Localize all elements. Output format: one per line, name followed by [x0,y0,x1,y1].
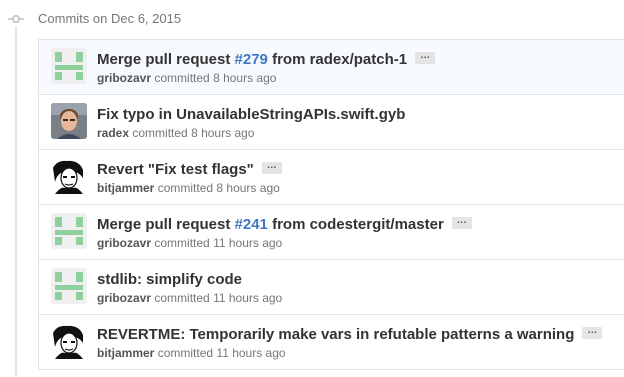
relative-time: 11 hours ago [213,236,283,250]
commit-row: Fix typo in UnavailableStringAPIs.swift.… [39,95,624,150]
avatar-identicon[interactable] [51,213,87,249]
commit-meta: bitjammer committed 11 hours ago [97,346,286,361]
expand-message-button[interactable]: … [415,51,436,65]
relative-time: 8 hours ago [191,126,255,140]
commit-meta: gribozavr committed 11 hours ago [97,291,282,306]
timeline-line [15,26,17,377]
author-link[interactable]: radex [97,126,129,140]
relative-time: 11 hours ago [213,291,283,305]
commit-row: Merge pull request #279 from radex/patch… [39,40,624,95]
commit-message-link[interactable]: from codestergit/master [268,216,444,233]
avatar-identicon[interactable] [51,268,87,304]
commit-verb: committed [157,346,214,360]
avatar-photo[interactable] [51,103,87,139]
commit-title: Revert "Fix test flags" … [97,160,282,179]
commit-row: Merge pull request #241 from codestergit… [39,205,624,260]
relative-time: 8 hours ago [216,181,280,195]
commit-row: Revert "Fix test flags" … bitjammer commi… [39,150,624,205]
avatar-identicon[interactable] [51,48,87,84]
commit-row: REVERTME: Temporarily make vars in refut… [39,315,624,370]
commit-message-link[interactable]: from radex/patch-1 [268,51,407,68]
author-link[interactable]: gribozavr [97,71,151,85]
commit-message-link[interactable]: Merge pull request [97,216,235,233]
relative-time: 8 hours ago [213,71,277,85]
pull-request-link[interactable]: #241 [235,216,268,233]
author-link[interactable]: gribozavr [97,236,151,250]
commit-row: stdlib: simplify code gribozavr committe… [39,260,624,315]
commit-title: Merge pull request #279 from radex/patch… [97,50,436,69]
commit-meta: radex committed 8 hours ago [97,126,254,141]
avatar-bw-portrait[interactable] [51,323,87,359]
expand-message-button[interactable]: … [451,216,472,230]
commit-verb: committed [132,126,188,140]
commit-message-link[interactable]: Revert "Fix test flags" [97,161,254,178]
git-commit-icon [8,15,24,23]
commit-meta: bitjammer committed 8 hours ago [97,181,280,196]
commit-history-page: Commits on Dec 6, 2015 Merge pull reques… [0,0,624,377]
commit-message-link[interactable]: Merge pull request [97,51,235,68]
commit-meta: gribozavr committed 11 hours ago [97,236,282,251]
commit-message-link[interactable]: REVERTME: Temporarily make vars in refut… [97,326,574,343]
commit-verb: committed [154,291,210,305]
commit-verb: committed [157,181,214,195]
commit-list: Merge pull request #279 from radex/patch… [38,39,624,370]
commit-title: stdlib: simplify code [97,270,242,289]
expand-message-button[interactable]: … [582,326,603,340]
commit-verb: committed [154,71,210,85]
commit-verb: committed [154,236,210,250]
author-link[interactable]: bitjammer [97,181,154,195]
commit-title: Fix typo in UnavailableStringAPIs.swift.… [97,105,405,124]
commit-meta: gribozavr committed 8 hours ago [97,71,276,86]
commit-title: Merge pull request #241 from codestergit… [97,215,472,234]
avatar-bw-portrait[interactable] [51,158,87,194]
commit-title: REVERTME: Temporarily make vars in refut… [97,325,603,344]
commit-message-link[interactable]: stdlib: simplify code [97,271,242,288]
pull-request-link[interactable]: #279 [235,51,268,68]
day-header: Commits on Dec 6, 2015 [38,11,182,26]
author-link[interactable]: gribozavr [97,291,151,305]
author-link[interactable]: bitjammer [97,346,154,360]
expand-message-button[interactable]: … [261,161,282,175]
commit-message-link[interactable]: Fix typo in UnavailableStringAPIs.swift.… [97,106,405,123]
relative-time: 11 hours ago [216,346,286,360]
